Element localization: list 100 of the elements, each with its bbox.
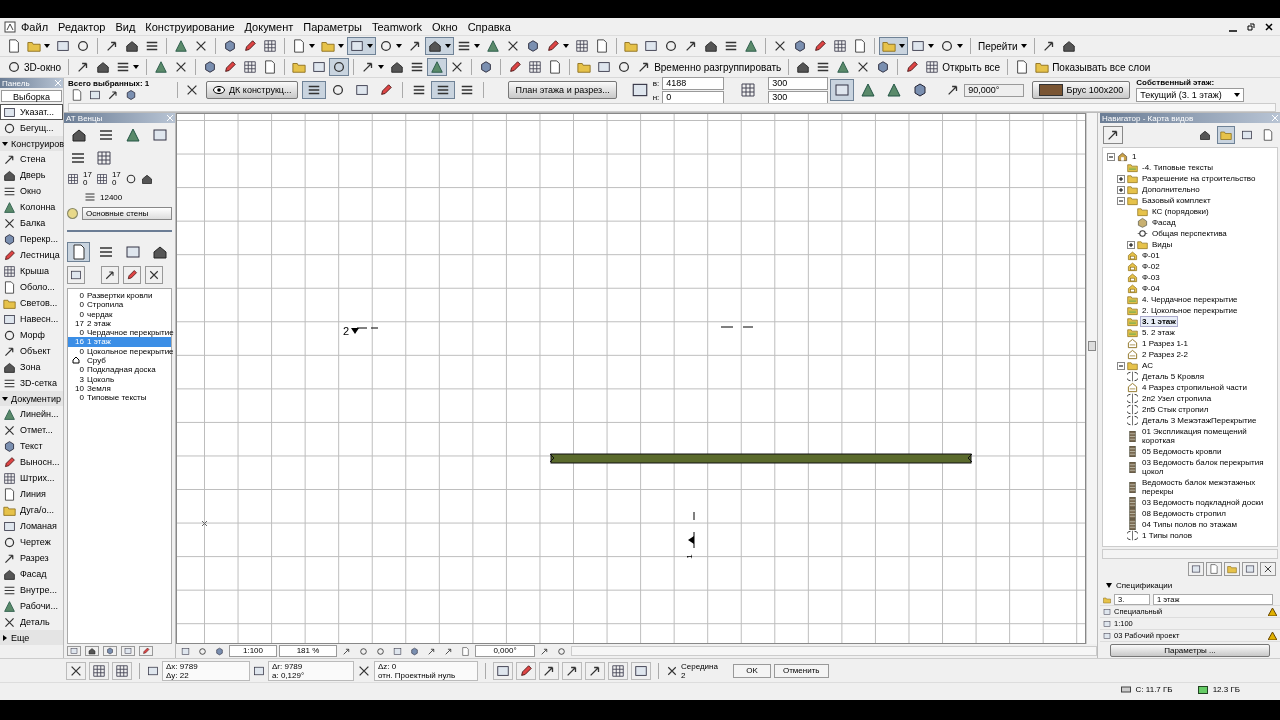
menu-item[interactable]: Документ [239,20,299,33]
tool-item[interactable]: Окно [0,183,63,199]
menu-item[interactable]: Редактор [53,20,111,33]
story-select[interactable]: Текущий (3. 1 этаж) [1136,88,1245,102]
tool-item[interactable]: Морф [0,327,63,343]
mode-tab[interactable]: Выборка [1,90,62,102]
layer-item[interactable]: 17 2 этаж [68,318,171,329]
tree-item[interactable]: Фасад [1150,217,1178,228]
tree-item[interactable]: 2. Цокольное перекрытие [1140,305,1240,316]
tool-item[interactable]: Текст [0,438,63,454]
layer-item[interactable]: 0 Подкладная доска [68,365,171,375]
wall-type-select[interactable]: Основные стены [82,207,172,220]
menu-item[interactable]: Окно [427,20,463,33]
menu-item[interactable]: Параметры [298,20,367,33]
tool-item[interactable]: Бегущ... [0,120,63,136]
rotation-field[interactable]: 0,000° [475,645,535,657]
tool-item[interactable]: Штрих... [0,470,63,486]
tool-item[interactable]: Навесн... [0,311,63,327]
section-header[interactable]: Еще [0,630,63,645]
menu-item[interactable]: Конструирование [140,20,240,33]
view-button[interactable]: План этажа и разрез... [508,81,617,99]
tool-item[interactable]: Чертеж [0,534,63,550]
tree-item[interactable]: 05 Ведомость кровли [1140,446,1224,457]
tree-item[interactable]: Ф-03 [1140,272,1162,283]
layer-item[interactable]: 0 Развертки кровли [68,291,171,301]
layer-item[interactable]: Сруб [68,356,171,366]
layer-item[interactable]: 0 Стропила [68,300,171,310]
tool-item[interactable]: Фасад [0,566,63,582]
layer-item[interactable]: 0 Типовые тексты [68,393,171,403]
coordinate-field[interactable]: 4188 [662,76,725,90]
tree-item[interactable]: Ф-01 [1140,250,1162,261]
toolbar-button[interactable]: Открыть все [922,58,1004,76]
tree-item[interactable]: 2п5 Стык стропил [1140,404,1211,415]
tree-item[interactable]: Дополнительно [1140,184,1202,195]
tree-item[interactable]: Ведомость балок межэтажных перекры [1140,477,1277,497]
tree-item[interactable]: 3. 1 этаж [1140,316,1178,327]
section-header[interactable]: Документир [0,391,63,406]
layer-item[interactable]: 10 Земля [68,383,171,394]
layer-item[interactable]: 0 Чердачное перекрытие [68,328,171,338]
tree-item[interactable]: Базовый комплект [1140,195,1213,206]
tool-item[interactable]: Линия [0,486,63,502]
toolbar-button[interactable]: Временно разгруппировать [634,58,785,76]
tool-item[interactable]: Стена [0,151,63,167]
tree-item[interactable]: 1 Типы полов [1140,530,1195,541]
toolbar-button[interactable]: 3D-окно [4,58,65,76]
scale-field[interactable]: 1:100 [229,645,277,657]
cancel-button[interactable]: Отменить [773,663,829,678]
tree-item[interactable]: 1 [1130,151,1139,162]
tool-item[interactable]: Светов... [0,295,63,311]
tool-item[interactable]: Перекр... [0,231,63,247]
tool-item[interactable]: Ломаная [0,518,63,534]
tree-item[interactable]: 2п2 Узел стропила [1140,393,1214,404]
tree-item[interactable]: 1 Разрез 1-1 [1140,338,1190,349]
tool-item[interactable]: Дверь [0,167,63,183]
layer-item[interactable]: 3 Цоколь [68,374,171,384]
tool-item[interactable]: Указат... [0,104,63,120]
tool-item[interactable]: Линейн... [0,406,63,422]
section-header[interactable]: Конструиров [0,136,63,151]
tree-item[interactable]: Общая перспектива [1150,228,1229,239]
menu-item[interactable]: Вид [110,20,141,33]
tree-item[interactable]: Деталь 5 Кровля [1140,371,1206,382]
tree-item[interactable]: 04 Типы полов по этажам [1140,519,1239,530]
tool-item[interactable]: Лестница [0,247,63,263]
tree-item[interactable]: Разрешение на строительство [1140,173,1258,184]
tree-item[interactable]: Виды [1150,239,1175,250]
tree-item[interactable]: 4. Чердачное перекрытие [1140,294,1240,305]
layer-item[interactable]: 0 Цокольное перекрытие [68,346,171,357]
tree-item[interactable]: -4. Типовые тексты [1140,162,1216,173]
ok-button[interactable]: OK [732,663,771,678]
menu-item[interactable]: Файл [16,20,54,33]
tree-item[interactable]: 01 Экспликация помещений короткая [1140,426,1277,446]
material-button[interactable]: Брус 100х200 [1032,81,1131,99]
tree-item[interactable]: 2 Разрез 2-2 [1140,349,1190,360]
tool-item[interactable]: Рабочи... [0,598,63,614]
tree-item[interactable]: АС [1140,360,1155,371]
height-field[interactable]: 300 [768,76,829,90]
tool-item[interactable]: Отмет... [0,422,63,438]
tree-item[interactable]: Ф-02 [1140,261,1162,272]
tool-item[interactable]: Колонна [0,199,63,215]
tool-item[interactable]: Крыша [0,263,63,279]
tree-item[interactable]: Ф-04 [1140,283,1162,294]
tree-item[interactable]: 08 Ведомость стропил [1140,508,1228,519]
menu-item[interactable]: Teamwork [366,20,428,33]
toolbar-button[interactable]: Показывать все слои [1032,58,1154,76]
tool-item[interactable]: Деталь [0,614,63,630]
layer-button[interactable]: ДК конструкц... [206,81,299,99]
settings-button[interactable]: Параметры ... [1110,644,1270,657]
tool-item[interactable]: Выносн... [0,454,63,470]
drawing-canvas[interactable]: 2 1 [176,113,1086,644]
tool-item[interactable]: Дуга/о... [0,502,63,518]
tree-item[interactable]: 03 Ведомость подкладной доски [1140,497,1266,508]
tool-item[interactable]: Зона [0,359,63,375]
zoom-field[interactable]: 181 % [279,645,337,657]
height-field[interactable]: 300 [768,90,829,104]
tool-item[interactable]: Балка [0,215,63,231]
tool-item[interactable]: Разрез [0,550,63,566]
tree-item[interactable]: Деталь 3 МежэтажПерекрытие [1140,415,1259,426]
tool-item[interactable]: Оболо... [0,279,63,295]
menu-item[interactable]: Справка [462,20,516,33]
coordinate-field[interactable]: 0 [662,90,725,104]
